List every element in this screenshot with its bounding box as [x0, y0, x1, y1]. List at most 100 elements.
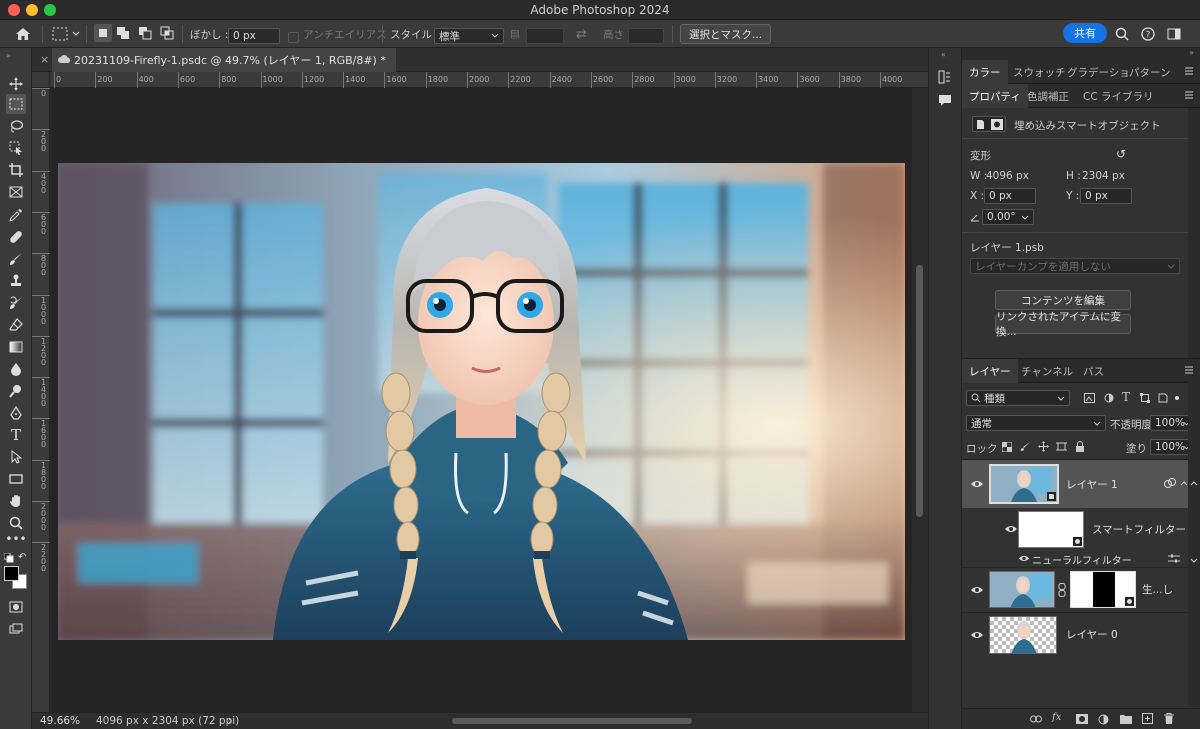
- new-layer-icon[interactable]: [1142, 713, 1153, 724]
- visibility-eye-icon[interactable]: [1018, 554, 1030, 563]
- filter-pixel-icon[interactable]: [1084, 393, 1095, 403]
- hand-tool[interactable]: [6, 491, 26, 511]
- tool-preset-picker[interactable]: [50, 24, 82, 44]
- filter-options-icon[interactable]: [1168, 554, 1180, 563]
- share-button[interactable]: 共有: [1063, 23, 1107, 43]
- brush-tool[interactable]: [6, 249, 26, 269]
- subtract-selection-button[interactable]: [136, 24, 154, 42]
- gradient-tool[interactable]: [6, 337, 26, 357]
- lock-pixels-icon[interactable]: [1020, 441, 1031, 452]
- lock-transparent-icon[interactable]: [1002, 442, 1012, 452]
- tab-paths[interactable]: パス: [1076, 359, 1111, 383]
- select-and-mask-button[interactable]: 選択とマスク...: [680, 24, 772, 44]
- height-input[interactable]: [628, 28, 664, 44]
- move-tool[interactable]: [6, 74, 26, 94]
- clone-stamp-tool[interactable]: [6, 271, 26, 291]
- collapse-arrows-icon[interactable]: »: [6, 51, 11, 60]
- smart-filter-indicator-icon[interactable]: [1164, 478, 1176, 489]
- eyedropper-tool[interactable]: [6, 205, 26, 225]
- visibility-eye-icon[interactable]: [970, 630, 984, 640]
- reset-transform-icon[interactable]: ↺: [1116, 147, 1126, 161]
- tab-adjustments[interactable]: 色調補正: [1020, 84, 1076, 108]
- tab-properties[interactable]: プロパティ: [962, 84, 1028, 108]
- dodge-tool[interactable]: [6, 381, 26, 401]
- new-group-icon[interactable]: [1120, 714, 1132, 724]
- lock-all-icon[interactable]: [1075, 441, 1085, 452]
- visibility-eye-icon[interactable]: [970, 585, 984, 595]
- filter-smart-object-icon[interactable]: [1158, 393, 1168, 403]
- object-selection-tool[interactable]: [6, 138, 26, 158]
- tab-patterns[interactable]: パターン: [1122, 60, 1177, 84]
- ruler-origin[interactable]: [32, 72, 50, 88]
- feather-input[interactable]: 0 px: [228, 28, 280, 44]
- type-tool[interactable]: T: [6, 425, 26, 445]
- comments-panel-button[interactable]: [938, 94, 952, 111]
- help-button[interactable]: ?: [1140, 24, 1156, 44]
- filter-shape-icon[interactable]: [1140, 393, 1150, 403]
- layer-mask-thumbnail[interactable]: [1070, 571, 1136, 608]
- neural-filter-name[interactable]: ニューラルフィルター: [1032, 552, 1132, 567]
- swap-icon[interactable]: ⇄: [576, 24, 587, 44]
- intersect-selection-button[interactable]: [158, 24, 176, 42]
- frame-tool[interactable]: [6, 182, 26, 202]
- zoom-level[interactable]: 49.66%: [40, 715, 80, 727]
- screen-mode-button[interactable]: [6, 619, 26, 639]
- layer-row-layer-0[interactable]: レイヤー 0: [962, 613, 1192, 657]
- foreground-color-swatch[interactable]: [4, 566, 19, 581]
- layer-row-neural-filter[interactable]: ニューラルフィルター: [962, 552, 1192, 567]
- vertical-ruler[interactable]: 0 200 400 600 800 1000 1200 1400 1600 1800 2000 220…: [32, 88, 50, 712]
- style-select[interactable]: 標準: [434, 28, 504, 44]
- eraser-tool[interactable]: [6, 315, 26, 335]
- convert-to-linked-button[interactable]: リンクされたアイテムに変換...: [995, 311, 1131, 338]
- fx-icon[interactable]: fx: [1052, 712, 1061, 723]
- document-canvas[interactable]: [58, 163, 905, 640]
- chevron-up-icon[interactable]: [1180, 480, 1188, 486]
- expand-panels-icon[interactable]: »: [1189, 48, 1194, 57]
- horizontal-ruler[interactable]: 0 200 400 600 800 1000 1200 1400 1600 1800 2000 220…: [50, 72, 928, 88]
- healing-brush-tool[interactable]: [6, 227, 26, 247]
- path-selection-tool[interactable]: [6, 447, 26, 467]
- blur-tool[interactable]: [6, 359, 26, 379]
- link-layers-icon[interactable]: [1030, 715, 1042, 723]
- layer-row-generated[interactable]: 生...し: [962, 568, 1192, 612]
- lock-artboard-icon[interactable]: [1056, 441, 1067, 452]
- home-button[interactable]: [12, 24, 34, 44]
- filter-toggle[interactable]: [1175, 396, 1179, 400]
- filter-adjustment-icon[interactable]: [1104, 393, 1114, 403]
- add-selection-button[interactable]: [114, 24, 132, 42]
- layer-name[interactable]: レイヤー 1: [1066, 477, 1118, 492]
- chevron-right-icon[interactable]: ›: [228, 714, 232, 727]
- antialias-checkbox[interactable]: [288, 31, 299, 43]
- layer-name[interactable]: 生...し: [1142, 582, 1173, 597]
- quick-mask-button[interactable]: [6, 597, 26, 617]
- blend-mode-select[interactable]: 通常: [966, 415, 1106, 431]
- smart-filter-name[interactable]: スマートフィルター: [1092, 522, 1186, 537]
- angle-input[interactable]: 0.00°: [982, 209, 1034, 225]
- collapse-arrows-icon[interactable]: «: [941, 50, 946, 59]
- swap-colors-icon[interactable]: ↶: [18, 552, 26, 563]
- new-selection-button[interactable]: [94, 24, 112, 42]
- y-input[interactable]: 0 px: [1080, 188, 1132, 204]
- add-mask-icon[interactable]: [1076, 714, 1088, 724]
- width-value[interactable]: 4096 px: [986, 170, 1029, 182]
- edit-contents-button[interactable]: コンテンツを編集: [995, 290, 1131, 310]
- x-input[interactable]: 0 px: [984, 188, 1036, 204]
- lock-position-icon[interactable]: [1038, 441, 1049, 452]
- rectangle-tool[interactable]: [6, 469, 26, 489]
- layer-row-layer-1[interactable]: レイヤー 1: [962, 460, 1192, 508]
- history-panel-button[interactable]: [938, 70, 952, 87]
- close-document-icon[interactable]: ×: [40, 53, 49, 66]
- width-input[interactable]: [526, 28, 564, 44]
- panel-menu-icon[interactable]: [1184, 365, 1194, 375]
- layers-scrollbar[interactable]: [1188, 382, 1200, 707]
- adjustment-layer-icon[interactable]: [1098, 714, 1109, 725]
- horizontal-scroll-thumb[interactable]: [452, 718, 692, 724]
- workspace-button[interactable]: [1166, 24, 1182, 44]
- tab-color[interactable]: カラー: [962, 60, 1008, 84]
- layer-row-smart-filter[interactable]: スマートフィルター: [962, 508, 1192, 552]
- height-value[interactable]: 2304 px: [1082, 170, 1125, 182]
- history-brush-tool[interactable]: [6, 293, 26, 313]
- properties-scrollbar[interactable]: [1188, 108, 1200, 358]
- lasso-tool[interactable]: [6, 116, 26, 136]
- marquee-tool[interactable]: [6, 94, 26, 114]
